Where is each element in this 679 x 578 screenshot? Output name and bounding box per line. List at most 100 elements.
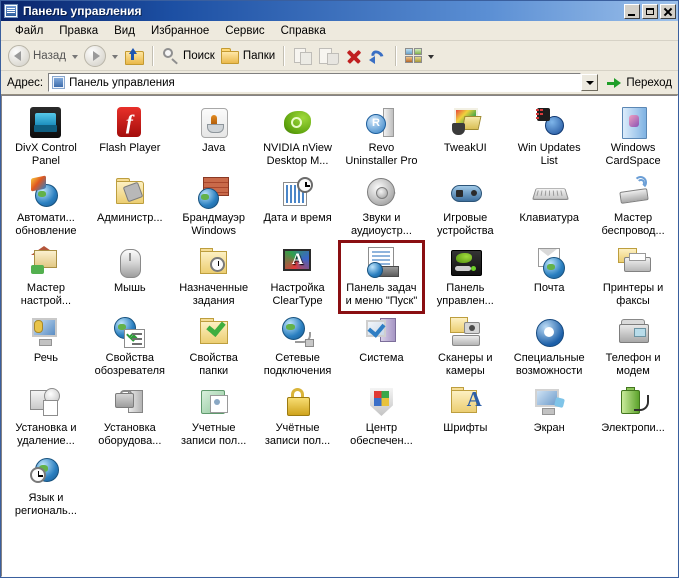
add-hardware-icon — [113, 386, 146, 419]
search-icon — [162, 47, 180, 65]
control-panel-item-label: Flash Player — [99, 142, 161, 154]
forward-button[interactable] — [81, 43, 109, 69]
control-panel-content: DivX Control Panel Flash Player Java NVIDIA… — [1, 95, 678, 577]
undo-button[interactable] — [366, 43, 390, 69]
move-to-button[interactable] — [290, 43, 316, 69]
back-history-chevron-down-icon[interactable] — [71, 54, 78, 59]
control-panel-item-label: Экран — [533, 422, 565, 434]
control-panel-item[interactable]: Специальные возможности — [507, 312, 591, 382]
control-panel-item[interactable]: Установка оборудова... — [88, 382, 172, 452]
win-updates-list-icon — [533, 106, 566, 139]
close-button[interactable] — [660, 3, 676, 19]
control-panel-item[interactable]: NVIDIA nView Desktop M... — [256, 102, 340, 172]
control-panel-item[interactable]: Мастер настрой... — [4, 242, 88, 312]
control-panel-item[interactable]: Брандмауэр Windows — [172, 172, 256, 242]
control-panel-item[interactable]: Экран — [507, 382, 591, 452]
control-panel-item-label: Установка оборудова... — [98, 422, 162, 447]
copy-to-button[interactable] — [316, 43, 342, 69]
control-panel-item[interactable]: Мышь — [88, 242, 172, 312]
forward-history-chevron-down-icon[interactable] — [111, 54, 118, 59]
control-panel-item[interactable]: Электропи... — [591, 382, 675, 452]
control-panel-item[interactable]: Windows CardSpace — [591, 102, 675, 172]
control-panel-item[interactable]: Игровые устройства — [423, 172, 507, 242]
back-button[interactable]: Назад — [5, 43, 69, 69]
control-panel-item-label: Принтеры и факсы — [602, 282, 664, 307]
control-panel-item[interactable]: Телефон и модем — [591, 312, 675, 382]
back-arrow-icon — [8, 44, 30, 67]
control-panel-item-label: Клавиатура — [519, 212, 579, 224]
menu-file[interactable]: Файл — [7, 23, 51, 39]
control-panel-item[interactable]: Java — [172, 102, 256, 172]
views-chevron-down-icon[interactable] — [428, 54, 435, 59]
address-dropdown-button[interactable] — [581, 74, 599, 91]
control-panel-item[interactable]: Речь — [4, 312, 88, 382]
address-input[interactable]: Панель управления — [48, 73, 582, 92]
control-panel-item[interactable]: Язык и региональ... — [4, 452, 88, 522]
title-bar[interactable]: Панель управления — [1, 1, 678, 21]
toolbar-separator-3 — [395, 45, 398, 66]
control-panel-item[interactable]: Свойства обозревателя — [88, 312, 172, 382]
control-panel-item[interactable]: Revo Uninstaller Pro — [340, 102, 424, 172]
control-panel-item[interactable]: Свойства папки — [172, 312, 256, 382]
control-panel-item[interactable]: A Настройка ClearType — [256, 242, 340, 312]
undo-arrow-icon — [369, 47, 387, 65]
java-icon — [197, 106, 230, 139]
menu-view[interactable]: Вид — [106, 23, 143, 39]
control-panel-item-label: Брандмауэр Windows — [182, 212, 245, 237]
menu-edit[interactable]: Правка — [51, 23, 106, 39]
control-panel-item[interactable]: Дата и время — [256, 172, 340, 242]
control-panel-item[interactable]: Сетевые подключения — [256, 312, 340, 382]
chevron-down-icon — [585, 80, 594, 85]
delete-button[interactable] — [342, 43, 366, 69]
network-setup-wizard-icon — [29, 246, 62, 279]
control-panel-item[interactable]: Принтеры и факсы — [591, 242, 675, 312]
back-label: Назад — [33, 49, 66, 62]
control-panel-item[interactable]: Звуки и аудиоустр... — [340, 172, 424, 242]
folders-button[interactable]: Папки — [218, 43, 278, 69]
control-panel-item-label: Почта — [533, 282, 565, 294]
printers-and-faxes-icon — [617, 246, 651, 279]
control-panel-window: Панель управления Файл Правка Вид Избран… — [0, 0, 679, 578]
control-panel-item[interactable]: A Шрифты — [423, 382, 507, 452]
control-panel-item[interactable]: Автомати... обновление — [4, 172, 88, 242]
control-panel-item-label: Учётные записи пол... — [264, 422, 331, 447]
control-panel-item[interactable]: Учетные записи пол... — [172, 382, 256, 452]
maximize-button[interactable] — [642, 3, 658, 19]
control-panel-item-label: Администр... — [97, 212, 163, 224]
control-panel-item[interactable]: Центр обеспечен... — [340, 382, 424, 452]
accessibility-options-icon — [533, 316, 566, 349]
display-icon — [533, 386, 566, 419]
control-panel-item[interactable]: Почта — [507, 242, 591, 312]
up-one-level-button[interactable] — [121, 43, 147, 69]
menu-favorites[interactable]: Избранное — [143, 23, 217, 39]
control-panel-item[interactable]: Мастер беспровод... — [591, 172, 675, 242]
control-panel-item[interactable]: Панель управлен... — [423, 242, 507, 312]
delete-x-icon — [345, 47, 363, 65]
menu-help[interactable]: Справка — [273, 23, 334, 39]
control-panel-item[interactable]: Flash Player — [88, 102, 172, 172]
toolbar: Назад Поиск Папки — [1, 41, 678, 71]
control-panel-item[interactable]: Win Updates List — [507, 102, 591, 172]
internet-options-icon — [113, 316, 146, 349]
control-panel-item[interactable]: Клавиатура — [507, 172, 591, 242]
go-button[interactable]: Переход — [606, 75, 675, 91]
control-panel-item[interactable]: TweakUI — [423, 102, 507, 172]
control-panel-item[interactable]: Панель задач и меню "Пуск" — [337, 240, 426, 314]
control-panel-item[interactable]: Система — [340, 312, 424, 382]
control-panel-item[interactable]: Учётные записи пол... — [256, 382, 340, 452]
toolbar-separator — [151, 45, 154, 66]
menu-tools[interactable]: Сервис — [217, 23, 272, 39]
control-panel-item-label: Установка и удаление... — [15, 422, 77, 447]
control-panel-item-label: Звуки и аудиоустр... — [350, 212, 412, 237]
divx-control-panel-icon — [29, 106, 62, 139]
control-panel-item[interactable]: Установка и удаление... — [4, 382, 88, 452]
views-button[interactable] — [402, 43, 425, 69]
control-panel-item[interactable]: Администр... — [88, 172, 172, 242]
control-panel-item-label: Свойства обозревателя — [94, 352, 165, 377]
search-button[interactable]: Поиск — [159, 43, 218, 69]
minimize-button[interactable] — [624, 3, 640, 19]
control-panel-item[interactable]: DivX Control Panel — [4, 102, 88, 172]
power-options-icon — [617, 386, 650, 419]
control-panel-item[interactable]: Назначенные задания — [172, 242, 256, 312]
control-panel-item[interactable]: Сканеры и камеры — [423, 312, 507, 382]
